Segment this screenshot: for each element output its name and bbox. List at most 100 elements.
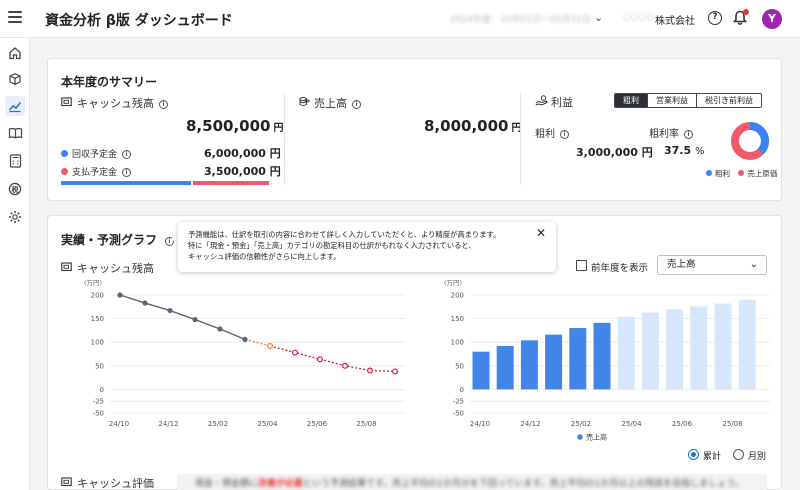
data-point-forecast — [342, 362, 349, 369]
home-icon — [9, 47, 21, 60]
avatar[interactable]: Y — [762, 9, 782, 29]
cash-split-bar — [61, 181, 269, 185]
x-tick-label: 25/02 — [571, 420, 591, 428]
x-tick-label: 24/10 — [470, 420, 490, 428]
bar-actual — [569, 328, 587, 390]
sidebar-item-analysis[interactable] — [5, 96, 25, 116]
x-tick-label: 24/12 — [520, 420, 540, 428]
sidebar-item-home[interactable] — [5, 43, 25, 63]
data-point-actual — [117, 292, 123, 298]
sales-bar-chart: (万円) 200 150 100 50 0 -25 -50 24/10 24/12 25/02 25/… — [444, 279, 770, 442]
prev-year-checkbox[interactable] — [576, 260, 587, 271]
x-tick-label: 25/04 — [257, 420, 278, 428]
y-tick-label: 100 — [91, 339, 104, 347]
svg-text:税: 税 — [12, 185, 19, 194]
info-icon[interactable]: i — [684, 130, 693, 139]
legend-marker — [577, 434, 583, 440]
data-point-forecast — [317, 356, 324, 363]
gross-profit-donut — [731, 122, 769, 160]
sidebar-item-inventory[interactable] — [5, 69, 25, 89]
x-tick-label: 24/12 — [158, 420, 178, 428]
metric-select[interactable]: 売上高 ⌄ — [657, 255, 767, 275]
sidebar-item-tax[interactable]: 税 — [5, 179, 25, 199]
close-icon[interactable]: ✕ — [536, 227, 546, 239]
bar-actual — [496, 345, 514, 390]
payable-value: 3,500,000 円 — [204, 165, 281, 178]
sales-label: 売上高 i — [314, 95, 361, 111]
sales-value: 8,000,000 円 — [424, 117, 522, 135]
tab-operating-profit[interactable]: 営業利益 — [647, 94, 696, 107]
chart-line-icon — [8, 102, 22, 113]
top-bar: 資金分析 β版 ダッシュボード 2024年度：10月01日〜05月31日 ⌄ ○… — [0, 0, 800, 38]
info-icon[interactable]: i — [159, 100, 168, 109]
data-point-actual — [217, 326, 223, 332]
company-name-blurred: ○○○○ — [623, 12, 655, 22]
app-title: 資金分析 β版 ダッシュボード — [45, 13, 233, 29]
payable-bar — [193, 181, 269, 185]
bar-forecast — [690, 306, 708, 390]
sidebar-item-settings[interactable] — [5, 207, 25, 227]
bar-forecast — [714, 303, 732, 390]
radio-cumulative[interactable] — [688, 449, 699, 460]
tab-gross-profit[interactable]: 粗利 — [615, 94, 647, 107]
menu-icon[interactable] — [8, 11, 22, 23]
data-point-actual — [242, 336, 248, 342]
bar-actual — [520, 340, 538, 390]
data-point-actual — [192, 316, 198, 323]
data-point-actual — [142, 300, 148, 306]
cash-eval-label: キャッシュ評価 — [77, 477, 154, 490]
sidebar: 税 — [0, 38, 30, 490]
box-icon — [9, 73, 21, 85]
y-tick-label: 50 — [95, 362, 104, 370]
gear-icon — [9, 211, 21, 223]
forecast-tooltip: 予測機能は、仕訳を取引の内容に合わせて詳しく入力していただくと、より精度が高まり… — [178, 222, 556, 272]
company-name[interactable]: 株式会社 — [655, 12, 695, 27]
data-point-forecast — [267, 342, 274, 349]
calculator-icon — [9, 154, 21, 168]
chevron-down-icon[interactable]: ⌄ — [594, 11, 603, 24]
tooltip-line: 予測機能は、仕訳を取引の内容に合わせて詳しく入力していただくと、より精度が高まり… — [188, 230, 501, 239]
y-tick-label: 100 — [451, 339, 464, 347]
x-tick-label: 25/08 — [356, 420, 376, 428]
y-tick-label: -50 — [453, 410, 464, 418]
x-tick-label: 24/10 — [109, 420, 129, 428]
data-point-forecast — [367, 367, 374, 374]
period-selector[interactable]: 2024年度：10月01日〜05月31日 — [450, 12, 591, 25]
receivable-value: 6,000,000 円 — [204, 147, 281, 160]
help-icon[interactable]: ? — [708, 11, 722, 25]
chevron-down-icon: ⌄ — [749, 259, 758, 270]
info-icon[interactable]: i — [560, 130, 569, 139]
series-transition-line — [244, 338, 271, 347]
series-forecast-line — [269, 345, 396, 373]
bar-forecast — [641, 312, 659, 390]
gross-profit-label: 粗利 i — [535, 125, 569, 140]
wallet-icon — [61, 262, 72, 272]
y-tick-label: 150 — [91, 315, 104, 323]
y-tick-label: -50 — [93, 410, 104, 418]
y-tick-label: 50 — [455, 362, 464, 370]
forecast-title: 実績・予測グラフ i — [61, 231, 175, 248]
bar-forecast — [738, 299, 756, 390]
cash-chart-label: キャッシュ残高 — [77, 262, 154, 275]
profit-label: 利益 — [551, 96, 573, 109]
info-icon[interactable]: i — [352, 100, 361, 109]
sidebar-item-calculator[interactable] — [5, 151, 25, 171]
radio-monthly[interactable] — [733, 449, 744, 460]
legend-label: 売上高 — [586, 433, 607, 442]
gross-margin-label: 粗利率 i — [649, 125, 693, 140]
info-icon[interactable]: i — [122, 150, 132, 159]
hand-coin-icon — [535, 95, 548, 106]
y-tick-label: 150 — [451, 315, 464, 323]
info-icon[interactable]: i — [122, 168, 132, 177]
tab-pretax-profit[interactable]: 税引き前利益 — [696, 94, 761, 107]
legend-cost: 売上原価 — [747, 169, 778, 178]
divider — [520, 93, 521, 185]
bar-actual — [472, 351, 490, 390]
sidebar-item-journal[interactable] — [5, 123, 25, 143]
y-unit-label: (万円) — [84, 279, 102, 287]
x-tick-label: 25/02 — [208, 420, 228, 428]
bar-forecast — [666, 309, 684, 390]
data-point-actual — [167, 307, 173, 314]
x-tick-label: 25/06 — [307, 420, 328, 428]
receivable-bar — [61, 181, 192, 185]
